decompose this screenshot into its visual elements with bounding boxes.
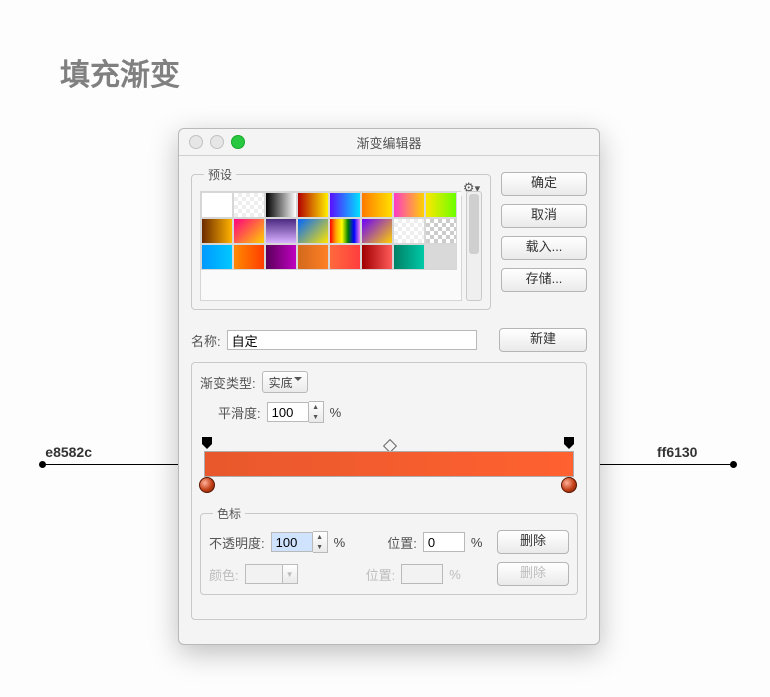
load-button[interactable]: 载入... — [501, 236, 587, 260]
window-titlebar[interactable]: 渐变编辑器 — [179, 129, 599, 156]
swatch-settings-group: 色标 不透明度: ▲▼ % 位置: % 删除 — [200, 505, 578, 595]
window-title: 渐变编辑器 — [179, 133, 599, 152]
percent-sign: % — [449, 567, 461, 582]
preset-swatch[interactable] — [297, 244, 329, 270]
annotation-left-label: e8582c — [45, 444, 92, 460]
smoothness-step-up[interactable]: ▲ — [309, 402, 323, 412]
smoothness-step-down[interactable]: ▼ — [309, 412, 323, 422]
swatch-legend: 色标 — [213, 505, 245, 522]
preset-swatch[interactable] — [201, 218, 233, 244]
preset-scrollbar[interactable] — [466, 191, 482, 301]
preset-swatch[interactable] — [393, 218, 425, 244]
color-swatch — [245, 564, 283, 584]
preset-swatch[interactable] — [201, 192, 233, 218]
scrollbar-thumb[interactable] — [469, 194, 479, 254]
position-label: 位置: — [387, 533, 417, 552]
preset-swatch[interactable] — [425, 244, 457, 270]
gradient-preview-bar[interactable] — [204, 451, 574, 477]
color-stop-right[interactable] — [561, 477, 577, 493]
preset-swatch[interactable] — [425, 218, 457, 244]
preset-swatch[interactable] — [233, 218, 265, 244]
percent-sign: % — [471, 535, 483, 550]
color-label: 颜色: — [209, 565, 239, 584]
preset-swatch[interactable] — [361, 192, 393, 218]
preset-swatch[interactable] — [361, 218, 393, 244]
percent-sign: % — [334, 535, 346, 550]
annotation-right-label: ff6130 — [657, 444, 697, 460]
ok-button[interactable]: 确定 — [501, 172, 587, 196]
cancel-button[interactable]: 取消 — [501, 204, 587, 228]
preset-swatch[interactable] — [329, 192, 361, 218]
preset-swatch[interactable] — [361, 244, 393, 270]
smoothness-label: 平滑度: — [218, 403, 261, 422]
opacity-input[interactable] — [271, 532, 313, 552]
preset-swatch[interactable] — [265, 218, 297, 244]
preset-swatch[interactable] — [297, 192, 329, 218]
opacity-label: 不透明度: — [209, 533, 265, 552]
preset-grid[interactable] — [200, 191, 462, 301]
smoothness-input[interactable] — [267, 402, 309, 422]
color-swatch-picker: ▼ — [245, 564, 298, 584]
presets-group: 预设 ⚙▾ — [191, 166, 491, 310]
preset-swatch[interactable] — [329, 218, 361, 244]
preset-swatch[interactable] — [393, 192, 425, 218]
name-input[interactable] — [227, 330, 477, 350]
color-stop-left[interactable] — [199, 477, 215, 493]
gradient-editor-dialog: 渐变编辑器 预设 ⚙▾ 确定 取消 载入... — [178, 128, 600, 645]
delete-color-stop-button: 删除 — [497, 562, 569, 586]
position2-label: 位置: — [366, 565, 396, 584]
annotation-left: e8582c — [42, 464, 192, 465]
preset-swatch[interactable] — [233, 244, 265, 270]
preset-swatch[interactable] — [329, 244, 361, 270]
page-title: 填充渐变 — [60, 50, 180, 94]
preset-swatch[interactable] — [233, 192, 265, 218]
preset-swatch[interactable] — [265, 192, 297, 218]
preset-swatch[interactable] — [425, 192, 457, 218]
delete-opacity-stop-button[interactable]: 删除 — [497, 530, 569, 554]
opacity-step-up[interactable]: ▲ — [313, 532, 327, 542]
position-input[interactable] — [423, 532, 465, 552]
opacity-stop-right[interactable] — [564, 437, 574, 447]
gradient-type-label: 渐变类型: — [200, 373, 256, 392]
color-swatch-dropdown-icon: ▼ — [283, 564, 298, 584]
preset-swatch[interactable] — [297, 218, 329, 244]
save-button[interactable]: 存储... — [501, 268, 587, 292]
new-button[interactable]: 新建 — [499, 328, 587, 352]
opacity-stop-left[interactable] — [202, 437, 212, 447]
preset-swatch[interactable] — [265, 244, 297, 270]
preset-swatch[interactable] — [201, 244, 233, 270]
percent-sign: % — [330, 405, 342, 420]
gradient-type-select[interactable]: 实底 — [262, 371, 308, 393]
position2-input — [401, 564, 443, 584]
opacity-step-down[interactable]: ▼ — [313, 542, 327, 552]
gradient-editor[interactable] — [200, 437, 578, 485]
gradient-settings-group: 渐变类型: 实底 平滑度: ▲▼ % — [191, 362, 587, 620]
preset-swatch[interactable] — [393, 244, 425, 270]
name-label: 名称: — [191, 331, 221, 350]
presets-legend: 预设 — [204, 166, 236, 183]
